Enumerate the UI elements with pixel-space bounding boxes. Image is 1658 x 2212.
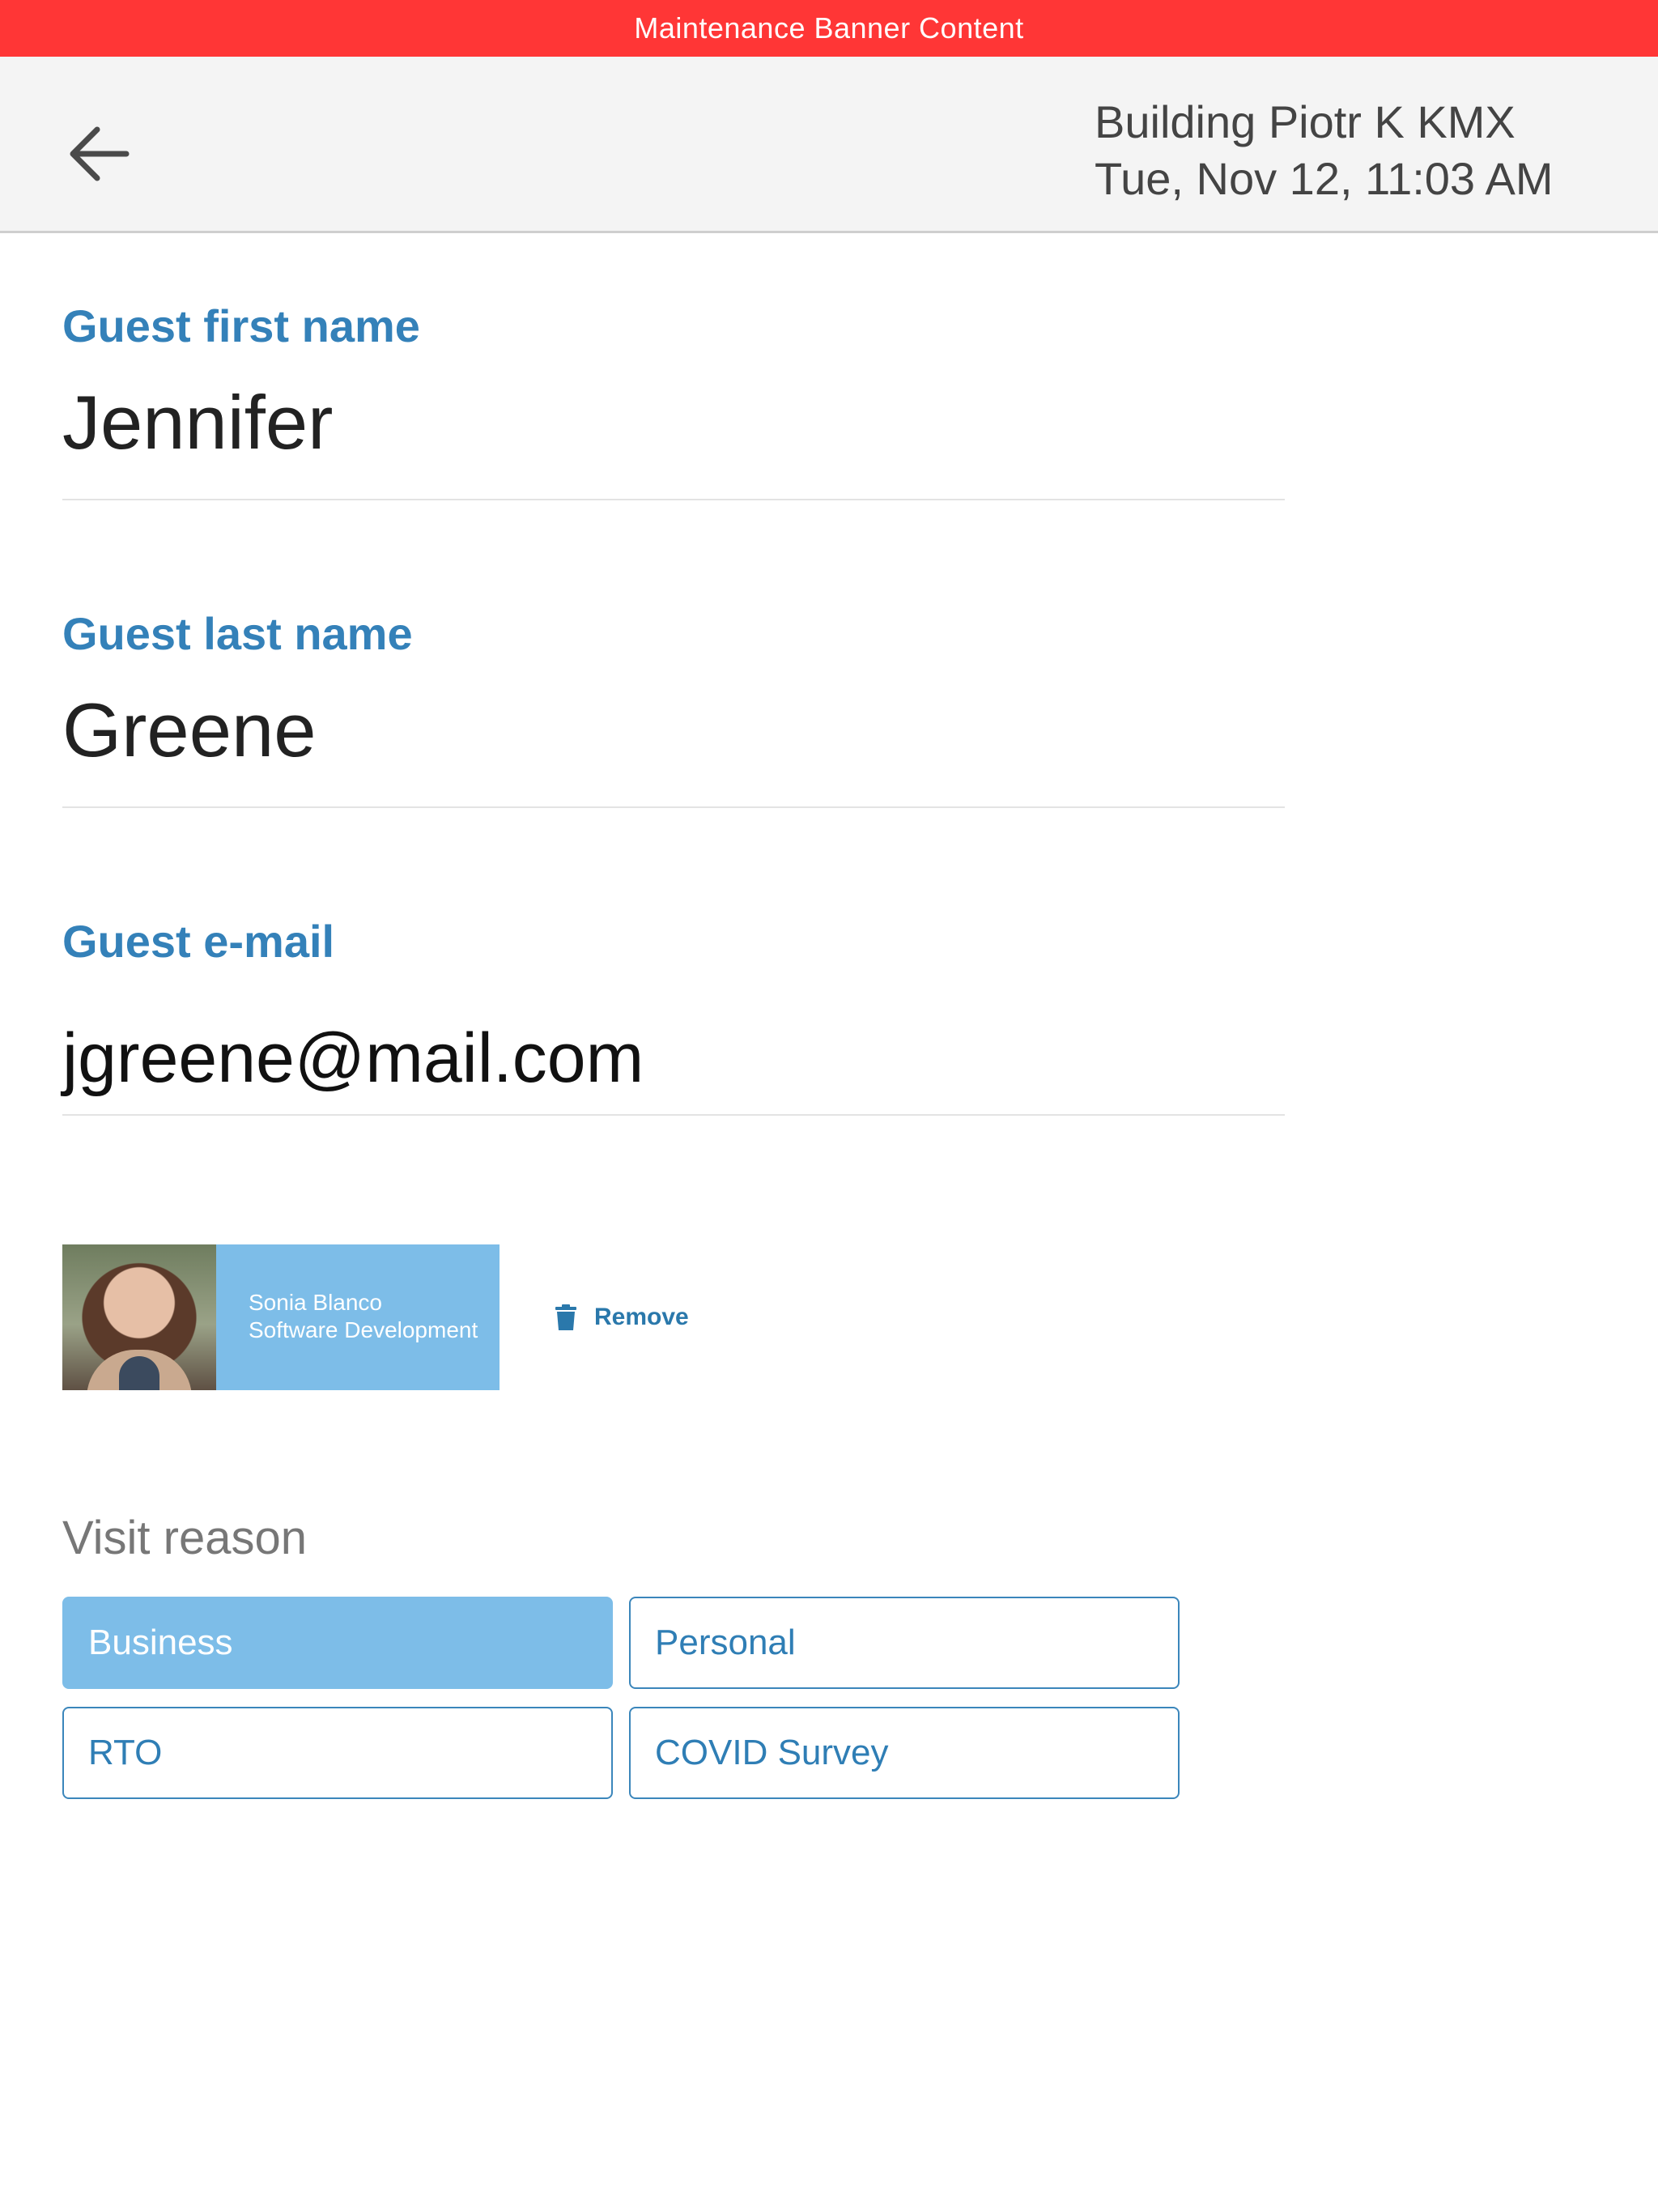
- reason-label: COVID Survey: [655, 1733, 889, 1772]
- email-field[interactable]: Guest e-mail jgreene@mail.com: [62, 915, 1285, 1116]
- reason-covid-survey-button[interactable]: COVID Survey: [629, 1707, 1180, 1799]
- trash-icon: [555, 1304, 576, 1330]
- host-avatar: [62, 1244, 216, 1390]
- arrow-left-icon: [70, 126, 130, 181]
- remove-label: Remove: [594, 1304, 689, 1330]
- remove-host-button[interactable]: Remove: [555, 1299, 689, 1336]
- back-button[interactable]: [58, 113, 139, 194]
- visit-reason-title: Visit reason: [62, 1512, 307, 1564]
- last-name-label: Guest last name: [62, 608, 413, 659]
- first-name-field[interactable]: Guest first name Jennifer: [62, 300, 1285, 500]
- first-name-label: Guest first name: [62, 300, 420, 351]
- email-label: Guest e-mail: [62, 916, 335, 967]
- last-name-field[interactable]: Guest last name Greene: [62, 607, 1285, 808]
- current-datetime: Tue, Nov 12, 11:03 AM: [1095, 153, 1554, 204]
- reason-business-button[interactable]: Business: [62, 1597, 613, 1689]
- host-name: Sonia Blanco: [249, 1290, 383, 1315]
- reason-personal-button[interactable]: Personal: [629, 1597, 1180, 1689]
- first-name-input[interactable]: Jennifer: [62, 379, 333, 466]
- banner-text: Maintenance Banner Content: [634, 11, 1024, 45]
- reason-label: Business: [88, 1623, 233, 1662]
- host-card[interactable]: Sonia Blanco Software Development: [62, 1244, 500, 1390]
- app-header: Building Piotr K KMX Tue, Nov 12, 11:03 …: [0, 57, 1658, 233]
- building-name: Building Piotr K KMX: [1095, 96, 1516, 147]
- email-input[interactable]: jgreene@mail.com: [62, 1019, 644, 1099]
- reason-rto-button[interactable]: RTO: [62, 1707, 613, 1799]
- maintenance-banner: Maintenance Banner Content: [0, 0, 1658, 57]
- reason-label: RTO: [88, 1733, 163, 1772]
- host-department: Software Development: [249, 1317, 478, 1342]
- last-name-input[interactable]: Greene: [62, 687, 317, 774]
- header-info: Building Piotr K KMX Tue, Nov 12, 11:03 …: [1095, 94, 1554, 207]
- reason-label: Personal: [655, 1623, 796, 1662]
- host-details: Sonia Blanco Software Development: [216, 1244, 478, 1390]
